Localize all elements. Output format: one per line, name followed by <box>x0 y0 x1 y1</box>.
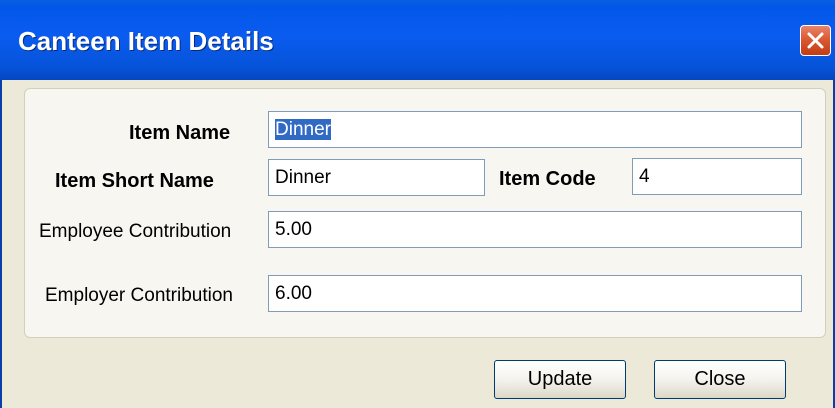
item-details-group: Item Name Dinner Item Short Name Dinner … <box>24 88 826 338</box>
employee-contribution-label: Employee Contribution <box>39 221 232 242</box>
item-code-value: 4 <box>639 166 650 187</box>
employee-contribution-value: 5.00 <box>275 219 312 240</box>
item-name-label: Item Name <box>129 122 231 144</box>
employee-contribution-input[interactable]: 5.00 <box>268 211 802 248</box>
employer-contribution-label: Employer Contribution <box>45 285 233 306</box>
employer-contribution-input[interactable]: 6.00 <box>268 275 802 312</box>
item-short-name-input[interactable]: Dinner <box>268 159 485 196</box>
dialog-window: Canteen Item Details Item Name Dinner It… <box>0 0 835 408</box>
item-code-label: Item Code <box>499 168 596 190</box>
close-icon <box>807 32 824 49</box>
item-short-name-value: Dinner <box>275 167 331 188</box>
employer-contribution-value: 6.00 <box>275 283 312 304</box>
update-button[interactable]: Update <box>494 360 626 399</box>
window-title: Canteen Item Details <box>18 26 274 56</box>
dialog-client-area: Item Name Dinner Item Short Name Dinner … <box>2 80 833 408</box>
item-name-value: Dinner <box>275 119 331 140</box>
item-code-input[interactable]: 4 <box>632 158 802 195</box>
item-name-input[interactable]: Dinner <box>268 111 802 148</box>
item-short-name-label: Item Short Name <box>55 170 214 192</box>
close-window-button[interactable] <box>800 25 831 56</box>
close-button[interactable]: Close <box>654 360 786 399</box>
title-bar[interactable]: Canteen Item Details <box>0 0 835 80</box>
